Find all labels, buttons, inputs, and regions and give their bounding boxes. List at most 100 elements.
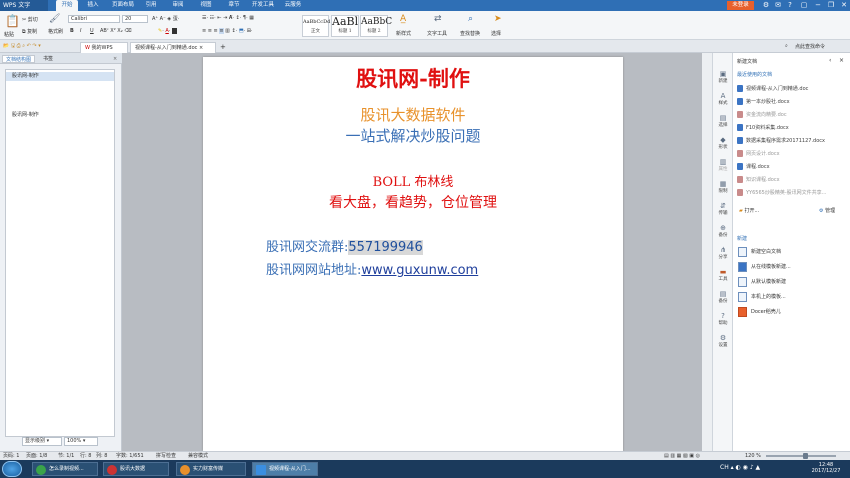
minimize-icon[interactable]: − bbox=[812, 0, 824, 11]
tab-reference[interactable]: 引用 bbox=[141, 0, 161, 11]
underline-button[interactable]: U bbox=[90, 28, 94, 34]
docer-link[interactable]: Docer稻壳儿 bbox=[738, 306, 848, 319]
recent-doc-item[interactable]: F10资料采集.docx bbox=[737, 123, 847, 134]
tab-insert[interactable]: 插入 bbox=[82, 0, 104, 11]
skin-icon[interactable]: ⚙ bbox=[760, 0, 772, 11]
nav-item-heading[interactable]: 股讯网-制作 bbox=[6, 111, 114, 120]
copy-button[interactable]: ⧉ 复制 bbox=[22, 28, 37, 35]
highlight-color-icon[interactable]: ✎· A· ■ bbox=[158, 28, 177, 34]
qq-group-number[interactable]: 557199946 bbox=[348, 240, 423, 255]
document-page[interactable]: 股讯网-制作 股讯大数据软件 一站式解决炒股问题 BOLL 布林线 看大盘，看趋… bbox=[203, 57, 623, 451]
feedback-icon[interactable]: ✉ bbox=[772, 0, 784, 11]
find-replace-button[interactable]: 查找替换 bbox=[460, 30, 480, 37]
recent-doc-item[interactable]: 数据采集程序需求20171127.docx bbox=[737, 136, 847, 147]
new-tab-icon[interactable]: + bbox=[220, 43, 226, 51]
nav-zoom-select[interactable]: 100% ▾ bbox=[64, 437, 98, 446]
tab-document[interactable]: 视频课程-从入门到精通.doc × bbox=[130, 42, 216, 53]
tab-page-layout[interactable]: 页面布局 bbox=[108, 0, 138, 11]
new-blank-doc[interactable]: 新建空白文档 bbox=[738, 246, 848, 259]
search-command-hint[interactable]: 点此查找命令 bbox=[795, 43, 825, 50]
tab-bookmarks[interactable]: 书签 bbox=[40, 55, 56, 63]
close-tab-icon[interactable]: × bbox=[199, 45, 203, 51]
search-command-icon[interactable]: ⌕ bbox=[785, 43, 788, 49]
clock[interactable]: 12:48 2017/12/27 bbox=[808, 462, 844, 474]
recent-doc-item[interactable]: 网页设计.docx bbox=[737, 149, 847, 160]
font-family-select[interactable]: Calibri bbox=[68, 15, 120, 23]
recent-doc-item[interactable]: 视频课程-从入门到精通.doc bbox=[737, 84, 847, 95]
side-shape-button[interactable]: ◆ 形状 bbox=[713, 137, 733, 151]
strike-script-icons[interactable]: ABᶜ X² X₂ ⌫ bbox=[100, 28, 131, 34]
zoom-slider[interactable] bbox=[766, 455, 836, 457]
paste-label[interactable]: 粘贴 bbox=[4, 31, 14, 38]
system-tray-icons[interactable]: CH ▴ ◐ ◉ ♪ ▲ bbox=[720, 464, 760, 471]
help-icon[interactable]: ? bbox=[784, 0, 796, 11]
start-button[interactable] bbox=[2, 461, 22, 477]
align-buttons-icon[interactable]: ≡ ≡ ≡ ≡ ▥ ↕· ⬒· ⊞· bbox=[202, 28, 253, 34]
display-level-select[interactable]: 显示级别 ▾ bbox=[22, 437, 62, 446]
recent-doc-item[interactable]: 课程.docx bbox=[737, 162, 847, 173]
website-link[interactable]: www.guxunw.com bbox=[361, 263, 478, 278]
status-spell[interactable]: 拼写检查 bbox=[156, 452, 176, 460]
taskbar-item[interactable]: 怎么录制视频... bbox=[32, 462, 98, 476]
side-select-button[interactable]: ▤ 选择 bbox=[713, 115, 733, 129]
taskbar-item-active[interactable]: 视频课程-从入门... bbox=[252, 462, 318, 476]
side-style-button[interactable]: A 样式 bbox=[713, 93, 733, 107]
tab-review[interactable]: 审阅 bbox=[168, 0, 188, 11]
maximize-icon[interactable]: ❐ bbox=[825, 0, 837, 11]
brush-icon[interactable]: 🖌 bbox=[49, 14, 60, 24]
tab-my-wps[interactable]: W 我的WPS bbox=[80, 42, 128, 53]
side-restrict-button[interactable]: ▦ 限制 bbox=[713, 181, 733, 195]
zoom-slider-thumb[interactable] bbox=[803, 453, 808, 459]
tab-section[interactable]: 章节 bbox=[224, 0, 244, 11]
taskbar-item[interactable]: 实力财富传媒 bbox=[176, 462, 246, 476]
local-templates[interactable]: 本机上的模板... bbox=[738, 291, 848, 304]
tab-home[interactable]: 开始 bbox=[56, 0, 78, 11]
login-button[interactable]: 未登录 bbox=[727, 1, 754, 10]
close-nav-icon[interactable]: × bbox=[110, 55, 120, 63]
recent-doc-item[interactable]: 资金流向精要.doc bbox=[737, 110, 847, 121]
paste-icon[interactable]: 📋 bbox=[5, 14, 20, 28]
nav-item-heading[interactable]: 股讯网-制作 bbox=[6, 72, 114, 81]
taskbar-item[interactable]: 股讯大数据 bbox=[103, 462, 169, 476]
style-normal[interactable]: AaBbCcDd 正文 bbox=[302, 15, 330, 37]
tab-developer[interactable]: 开发工具 bbox=[249, 0, 277, 11]
recent-doc-item[interactable]: 第一本炒股社.docx bbox=[737, 97, 847, 108]
side-property-button[interactable]: ▥ 属性 bbox=[713, 159, 733, 173]
side-transfer-button[interactable]: ⇵ 传输 bbox=[713, 203, 733, 217]
italic-button[interactable]: I bbox=[80, 28, 81, 34]
close-icon[interactable]: ✕ bbox=[838, 0, 850, 11]
select-button[interactable]: 选择 bbox=[491, 30, 501, 37]
side-backup2-button[interactable]: ▤ 备份 bbox=[713, 291, 733, 305]
side-backup-button[interactable]: ⊕ 备份 bbox=[713, 225, 733, 239]
style-heading1[interactable]: AaBl 标题 1 bbox=[331, 15, 359, 37]
tab-view[interactable]: 视图 bbox=[196, 0, 216, 11]
new-from-default-template[interactable]: 从默认模板新建 bbox=[738, 276, 848, 289]
status-zoom[interactable]: 120 % bbox=[745, 452, 761, 460]
quick-access-icons[interactable]: 📂 🖫 ⎙ ⌕ ↶ ↷ ▾ bbox=[3, 43, 41, 51]
bold-button[interactable]: B bbox=[70, 28, 74, 34]
side-tools-button[interactable]: ▬ 工具 bbox=[713, 269, 733, 283]
style-heading2[interactable]: AaBbC 标题 2 bbox=[360, 15, 392, 37]
side-settings-button[interactable]: ⚙ 设置 bbox=[713, 335, 733, 349]
side-share-button[interactable]: ⋔ 分享 bbox=[713, 247, 733, 261]
restore-layout-icon[interactable]: ▢ bbox=[798, 0, 810, 11]
text-tools-button[interactable]: 文字工具 bbox=[427, 30, 447, 37]
cut-button[interactable]: ✂ 剪切 bbox=[22, 16, 38, 23]
new-from-online-template[interactable]: 从在线模板新建... bbox=[738, 261, 848, 274]
side-new-button[interactable]: ▣ 新建 bbox=[713, 71, 733, 85]
font-size-select[interactable]: 20 bbox=[122, 15, 148, 23]
status-words[interactable]: 字数: 1/651 bbox=[116, 452, 144, 460]
list-bullets-icon[interactable]: ☰· ☷· ⇤ ⇥ 𝐀̈· ↕· ¶· ▦ bbox=[202, 15, 254, 21]
vertical-scrollbar[interactable] bbox=[702, 53, 712, 451]
tab-cloud[interactable]: 云服务 bbox=[282, 0, 304, 11]
recent-doc-item[interactable]: 知识课程.docx bbox=[737, 175, 847, 186]
tab-doc-structure[interactable]: 文档结构图 bbox=[2, 55, 36, 63]
format-painter-button[interactable]: 格式刷 bbox=[48, 28, 63, 35]
side-help-button[interactable]: ? 帮助 bbox=[713, 313, 733, 327]
font-grow-icon[interactable]: A⁺ A⁻ ◈ 蛋· bbox=[152, 15, 179, 22]
manage-button[interactable]: ⚙ 管理 bbox=[819, 207, 835, 214]
app-menu-button[interactable]: WPS 文字 bbox=[0, 0, 48, 11]
view-mode-icons[interactable]: ▤ ▥ ▦ ▧ ▣ ◎ bbox=[664, 452, 700, 460]
recent-doc-item[interactable]: YY6565炒股精英-股讯网文件共享... bbox=[737, 188, 847, 199]
pane-close-icon[interactable]: × bbox=[839, 57, 844, 64]
